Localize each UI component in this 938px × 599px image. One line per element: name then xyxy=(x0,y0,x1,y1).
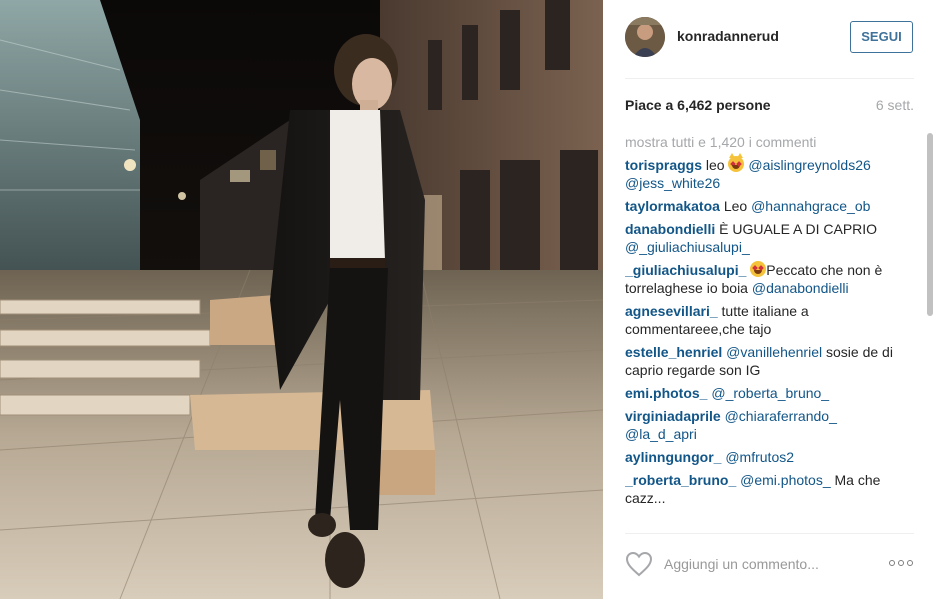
comment-item: emi.photos_ @_roberta_bruno_ xyxy=(625,384,899,402)
post-footer xyxy=(603,534,938,599)
post-photo xyxy=(0,0,603,599)
likes-count[interactable]: Piace a 6,462 persone xyxy=(625,97,771,113)
comment-mention-link[interactable]: @vanillehenriel xyxy=(726,344,822,360)
heart-eyes-cat-emoji-icon xyxy=(728,153,745,172)
comment-mention-link[interactable]: @jess_white26 xyxy=(625,175,720,191)
comment-username[interactable]: danabondielli xyxy=(625,221,715,237)
username-link[interactable]: konradannerud xyxy=(677,28,779,44)
comment-mention-link[interactable]: @la_d_apri xyxy=(625,426,697,442)
comment-username[interactable]: emi.photos_ xyxy=(625,385,707,401)
comment-text: Leo xyxy=(723,198,752,214)
comment-item: taylormakatoa Leo @hannahgrace_ob xyxy=(625,197,899,215)
comment-item: torispraggs leo @aislingreynolds26 @jess… xyxy=(625,153,899,192)
header-divider xyxy=(625,78,914,79)
comment-input[interactable] xyxy=(664,552,874,576)
likes-row: Piace a 6,462 persone 6 sett. xyxy=(625,97,914,115)
comment-mention-link[interactable]: @_roberta_bruno_ xyxy=(711,385,829,401)
comment-text: leo xyxy=(705,157,729,173)
comment-mention-link[interactable]: @mfrutos2 xyxy=(725,449,794,465)
comment-item: agnesevillari_ tutte italiane a commenta… xyxy=(625,302,899,338)
comment-username[interactable]: virginiadaprile xyxy=(625,408,721,424)
more-options-icon[interactable] xyxy=(889,560,915,568)
avatar[interactable] xyxy=(625,17,665,57)
comment-mention-link[interactable]: @_giuliachiusalupi_ xyxy=(625,239,750,255)
comment-username[interactable]: agnesevillari_ xyxy=(625,303,718,319)
comment-item: aylinngungor_ @mfrutos2 xyxy=(625,448,899,466)
comment-item: danabondielli È UGUALE A DI CAPRIO @_giu… xyxy=(625,220,899,256)
comment-item: virginiadaprile @chiaraferrando_ @la_d_a… xyxy=(625,407,899,443)
comment-mention-link[interactable]: @emi.photos_ xyxy=(740,472,830,488)
comment-item: _roberta_bruno_ @emi.photos_ Ma che cazz… xyxy=(625,471,899,507)
comment-text: È UGUALE A DI CAPRIO xyxy=(719,221,878,237)
comment-item: estelle_henriel @vanillehenriel sosie de… xyxy=(625,343,899,379)
comment-mention-link[interactable]: @danabondielli xyxy=(752,280,849,296)
comment-username[interactable]: estelle_henriel xyxy=(625,344,722,360)
comment-item: _giuliachiusalupi_ Peccato che non è tor… xyxy=(625,261,899,297)
post-age[interactable]: 6 sett. xyxy=(876,97,914,113)
comment-username[interactable]: aylinngungor_ xyxy=(625,449,721,465)
follow-button[interactable]: SEGUI xyxy=(850,21,913,53)
comment-mention-link[interactable]: @hannahgrace_ob xyxy=(751,198,870,214)
post-header: konradannerud SEGUI xyxy=(603,0,938,78)
heart-outline-icon[interactable] xyxy=(625,551,653,577)
heart-eyes-emoji-icon xyxy=(750,261,767,277)
comment-username[interactable]: _roberta_bruno_ xyxy=(625,472,736,488)
comment-mention-link[interactable]: @chiaraferrando_ xyxy=(725,408,837,424)
comment-username[interactable]: taylormakatoa xyxy=(625,198,720,214)
post-details-panel: konradannerud SEGUI Piace a 6,462 person… xyxy=(603,0,938,599)
comments-list: mostra tutti e 1,420 i commenti torispra… xyxy=(625,133,919,530)
view-all-comments-link[interactable]: mostra tutti e 1,420 i commenti xyxy=(625,133,919,151)
comment-mention-link[interactable]: @aislingreynolds26 xyxy=(748,157,870,173)
comment-username[interactable]: torispraggs xyxy=(625,157,702,173)
comments-scrollbar-thumb[interactable] xyxy=(927,133,933,316)
comment-username[interactable]: _giuliachiusalupi_ xyxy=(625,262,746,278)
